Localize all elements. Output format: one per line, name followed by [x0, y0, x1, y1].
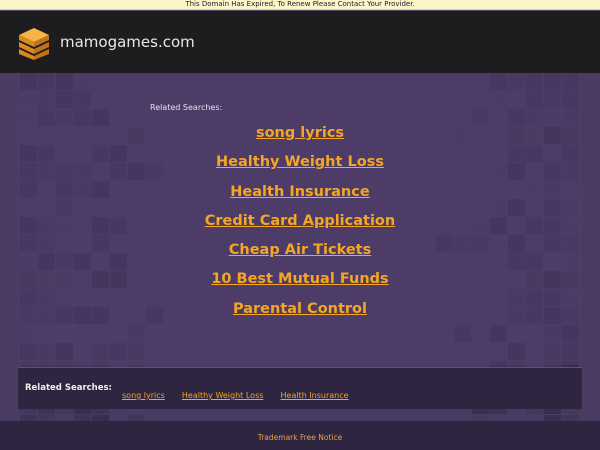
- site-footer: Trademark Free Notice: [0, 421, 600, 450]
- bottom-link-healthy-weight-loss[interactable]: Healthy Weight Loss: [182, 391, 264, 400]
- related-link-healthy-weight-loss[interactable]: Healthy Weight Loss: [0, 150, 600, 179]
- related-links-list: song lyrics Healthy Weight Loss Health I…: [0, 121, 600, 326]
- layered-box-icon: [19, 28, 49, 60]
- site-name: mamogames.com: [60, 33, 195, 51]
- related-link-song-lyrics[interactable]: song lyrics: [0, 121, 600, 150]
- bottom-link-health-insurance[interactable]: Health Insurance: [281, 391, 349, 400]
- notice-text: This Domain Has Expired, To Renew Please…: [185, 0, 415, 8]
- domain-expired-notice: This Domain Has Expired, To Renew Please…: [0, 0, 600, 10]
- bottom-related-bar: Related Searches: song lyrics Healthy We…: [18, 367, 582, 409]
- main-content: Related Searches: song lyrics Healthy We…: [0, 73, 600, 421]
- bottom-related-links: song lyrics Healthy Weight Loss Health I…: [122, 383, 361, 402]
- related-link-credit-card-application[interactable]: Credit Card Application: [0, 209, 600, 238]
- bottom-link-song-lyrics[interactable]: song lyrics: [122, 391, 165, 400]
- related-link-health-insurance[interactable]: Health Insurance: [0, 180, 600, 209]
- related-searches-title: Related Searches:: [150, 103, 223, 112]
- related-link-parental-control[interactable]: Parental Control: [0, 297, 600, 326]
- site-header: mamogames.com: [0, 10, 600, 73]
- related-link-cheap-air-tickets[interactable]: Cheap Air Tickets: [0, 238, 600, 267]
- related-link-best-mutual-funds[interactable]: 10 Best Mutual Funds: [0, 267, 600, 296]
- trademark-notice-link[interactable]: Trademark Free Notice: [258, 433, 343, 442]
- bottom-related-label: Related Searches:: [25, 383, 112, 393]
